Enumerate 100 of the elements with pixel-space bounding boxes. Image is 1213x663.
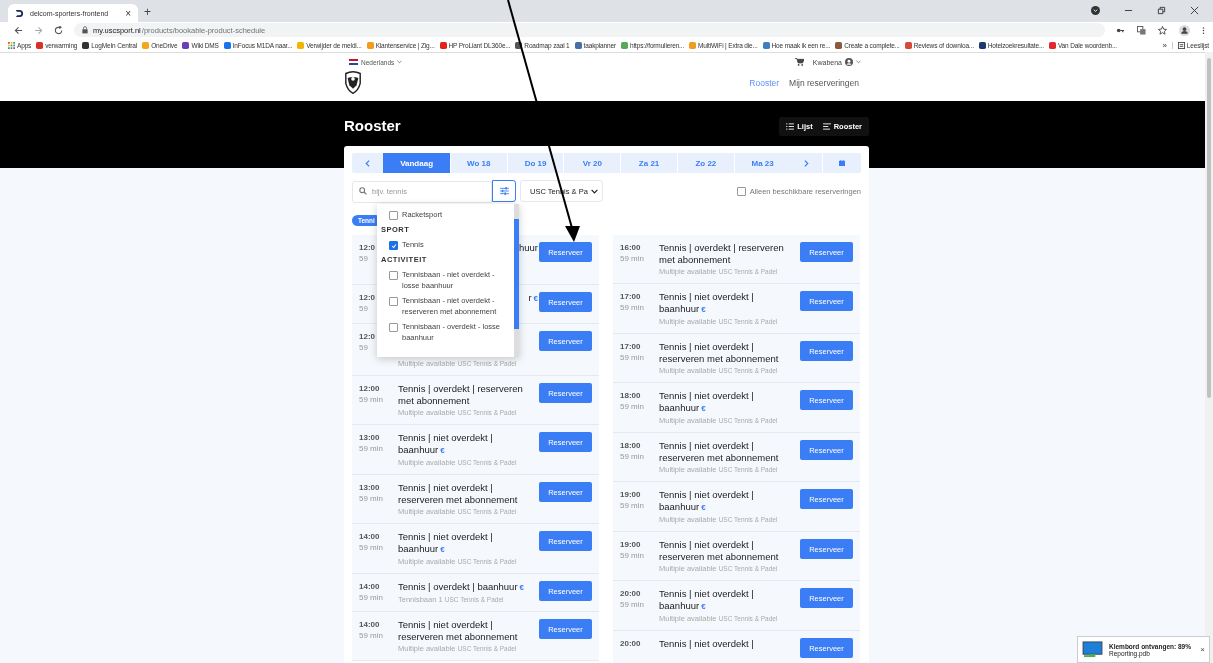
- reading-list-icon: [1177, 41, 1185, 49]
- activity-title: Tennis | overdekt | reserveren met abonnement: [398, 383, 524, 407]
- page-scrollbar[interactable]: [1205, 52, 1213, 663]
- date-tab[interactable]: Do 19: [506, 153, 564, 173]
- duration: 59 min: [359, 394, 383, 405]
- user-icon: [845, 58, 853, 66]
- duration: 59 min: [359, 493, 383, 504]
- close-icon[interactable]: [1190, 6, 1199, 15]
- activity-title: Tennis | niet overdekt | baanhuur €: [398, 531, 494, 556]
- schedule-icon: [822, 123, 831, 130]
- start-time: 19:00: [620, 539, 641, 550]
- start-time: 18:00: [620, 440, 641, 451]
- restore-icon[interactable]: [1157, 6, 1166, 15]
- activity-title: Tennis | niet overdekt | baanhuur €: [659, 489, 755, 514]
- apps-grid-icon: [8, 41, 15, 49]
- date-tab[interactable]: Vandaag: [383, 153, 450, 173]
- start-time: 18:00: [620, 390, 641, 401]
- activity-title: Tennis | niet overdekt | reserveren met abonnement: [398, 619, 519, 643]
- start-time: 17:00: [620, 341, 641, 352]
- checkbox[interactable]: [389, 211, 398, 220]
- duration: 59 min: [620, 550, 644, 561]
- calendar-icon: [838, 160, 845, 166]
- activity-title: Tennis | niet overdekt | reserveren met abonnement: [659, 341, 780, 365]
- activity-title: huur: [519, 242, 539, 254]
- cart-icon[interactable]: [794, 58, 804, 66]
- chevron-right-icon: [803, 159, 809, 167]
- start-time: 12:0: [359, 292, 375, 303]
- activity-title: Tennis | niet overdekt | reserveren met abonnement: [398, 482, 519, 506]
- duration: 59 min: [620, 253, 644, 264]
- duration: 59 min: [620, 599, 644, 610]
- duration: 59 min: [620, 401, 644, 412]
- start-time: 12:0: [359, 242, 375, 253]
- start-time: 12:00: [359, 383, 380, 394]
- back-icon[interactable]: [14, 25, 23, 35]
- chevron-down-icon: [591, 188, 598, 194]
- activity-title: Tennis | niet overdekt |: [659, 638, 755, 650]
- start-time: 14:00: [359, 581, 380, 592]
- activity-title: Tennis | niet overdekt | baanhuur €: [659, 390, 755, 415]
- date-tab[interactable]: Vr 20: [563, 153, 621, 173]
- filter-button[interactable]: [492, 180, 516, 202]
- start-time: 13:00: [359, 482, 380, 493]
- duration: 59 min: [359, 443, 383, 454]
- activity-title: Tennis | niet overdekt | baanhuur €: [398, 432, 494, 457]
- start-time: 14:00: [359, 531, 380, 542]
- reload-icon[interactable]: [54, 25, 63, 35]
- activity-title: Tennis | niet overdekt | reserveren met abonnement: [659, 440, 780, 464]
- nav-link[interactable]: Mijn reserveringen: [789, 77, 859, 88]
- chevron-left-icon: [365, 159, 371, 167]
- start-time: 17:00: [620, 291, 641, 302]
- duration: 59: [359, 253, 368, 264]
- start-time: 13:00: [359, 432, 380, 443]
- list-icon: [786, 123, 795, 130]
- activity-title: Tennis | overdekt | baanhuur €: [398, 581, 525, 594]
- duration: 59: [359, 342, 368, 353]
- translate-icon[interactable]: [1137, 25, 1146, 35]
- checkbox[interactable]: [389, 297, 398, 306]
- duration: 59 min: [620, 352, 644, 363]
- sliders-icon: [499, 187, 509, 195]
- flag-icon: [349, 59, 358, 65]
- date-tab[interactable]: Zo 22: [677, 153, 734, 173]
- duration: 59 min: [620, 302, 644, 313]
- close-button[interactable]: ×: [1200, 645, 1205, 654]
- checkbox[interactable]: [736, 186, 746, 196]
- checkbox[interactable]: [389, 241, 398, 250]
- lock-icon: [82, 26, 88, 34]
- duration: 59: [359, 303, 368, 314]
- new-tab-button[interactable]: +: [144, 5, 151, 19]
- start-time: 20:00: [620, 588, 641, 599]
- activity-title: Tennis | niet overdekt | baanhuur €: [659, 291, 755, 316]
- activity-title: r €: [528, 292, 539, 305]
- profile-icon[interactable]: [1091, 6, 1100, 15]
- start-time: 12:0: [359, 331, 375, 342]
- logo-icon: [15, 8, 24, 18]
- activity-title: Tennis | niet overdekt | baanhuur €: [659, 588, 755, 613]
- start-time: 16:00: [620, 242, 641, 253]
- club-logo[interactable]: [344, 70, 362, 95]
- caret-icon: [856, 60, 861, 64]
- menu-icon[interactable]: [1202, 25, 1205, 35]
- start-time: 14:00: [359, 619, 380, 630]
- account-icon[interactable]: [1179, 24, 1190, 36]
- monitor-icon: [1082, 641, 1103, 658]
- star-icon[interactable]: [1158, 25, 1167, 35]
- caret-icon: [397, 60, 403, 64]
- duration: 59 min: [359, 592, 383, 603]
- close-tab-button[interactable]: ×: [125, 7, 131, 19]
- duration: 59 min: [620, 500, 644, 511]
- checkbox[interactable]: [389, 271, 398, 280]
- activity-title: Tennis | niet overdekt | reserveren met abonnement: [659, 539, 780, 563]
- more-bookmarks-button[interactable]: »: [1162, 40, 1167, 50]
- duration: 59 min: [359, 630, 383, 641]
- search-icon: [359, 187, 367, 195]
- date-tab[interactable]: Za 21: [620, 153, 677, 173]
- scrollbar[interactable]: [514, 204, 519, 357]
- date-tab[interactable]: Ma 23: [733, 153, 791, 173]
- start-time: 19:00: [620, 489, 641, 500]
- checkbox[interactable]: [389, 323, 398, 332]
- activity-title: Tennis | overdekt | reserveren met abonnement: [659, 242, 785, 266]
- duration: 59 min: [359, 542, 383, 553]
- date-tab[interactable]: Wo 18: [449, 153, 507, 173]
- page-title: Rooster: [344, 117, 401, 134]
